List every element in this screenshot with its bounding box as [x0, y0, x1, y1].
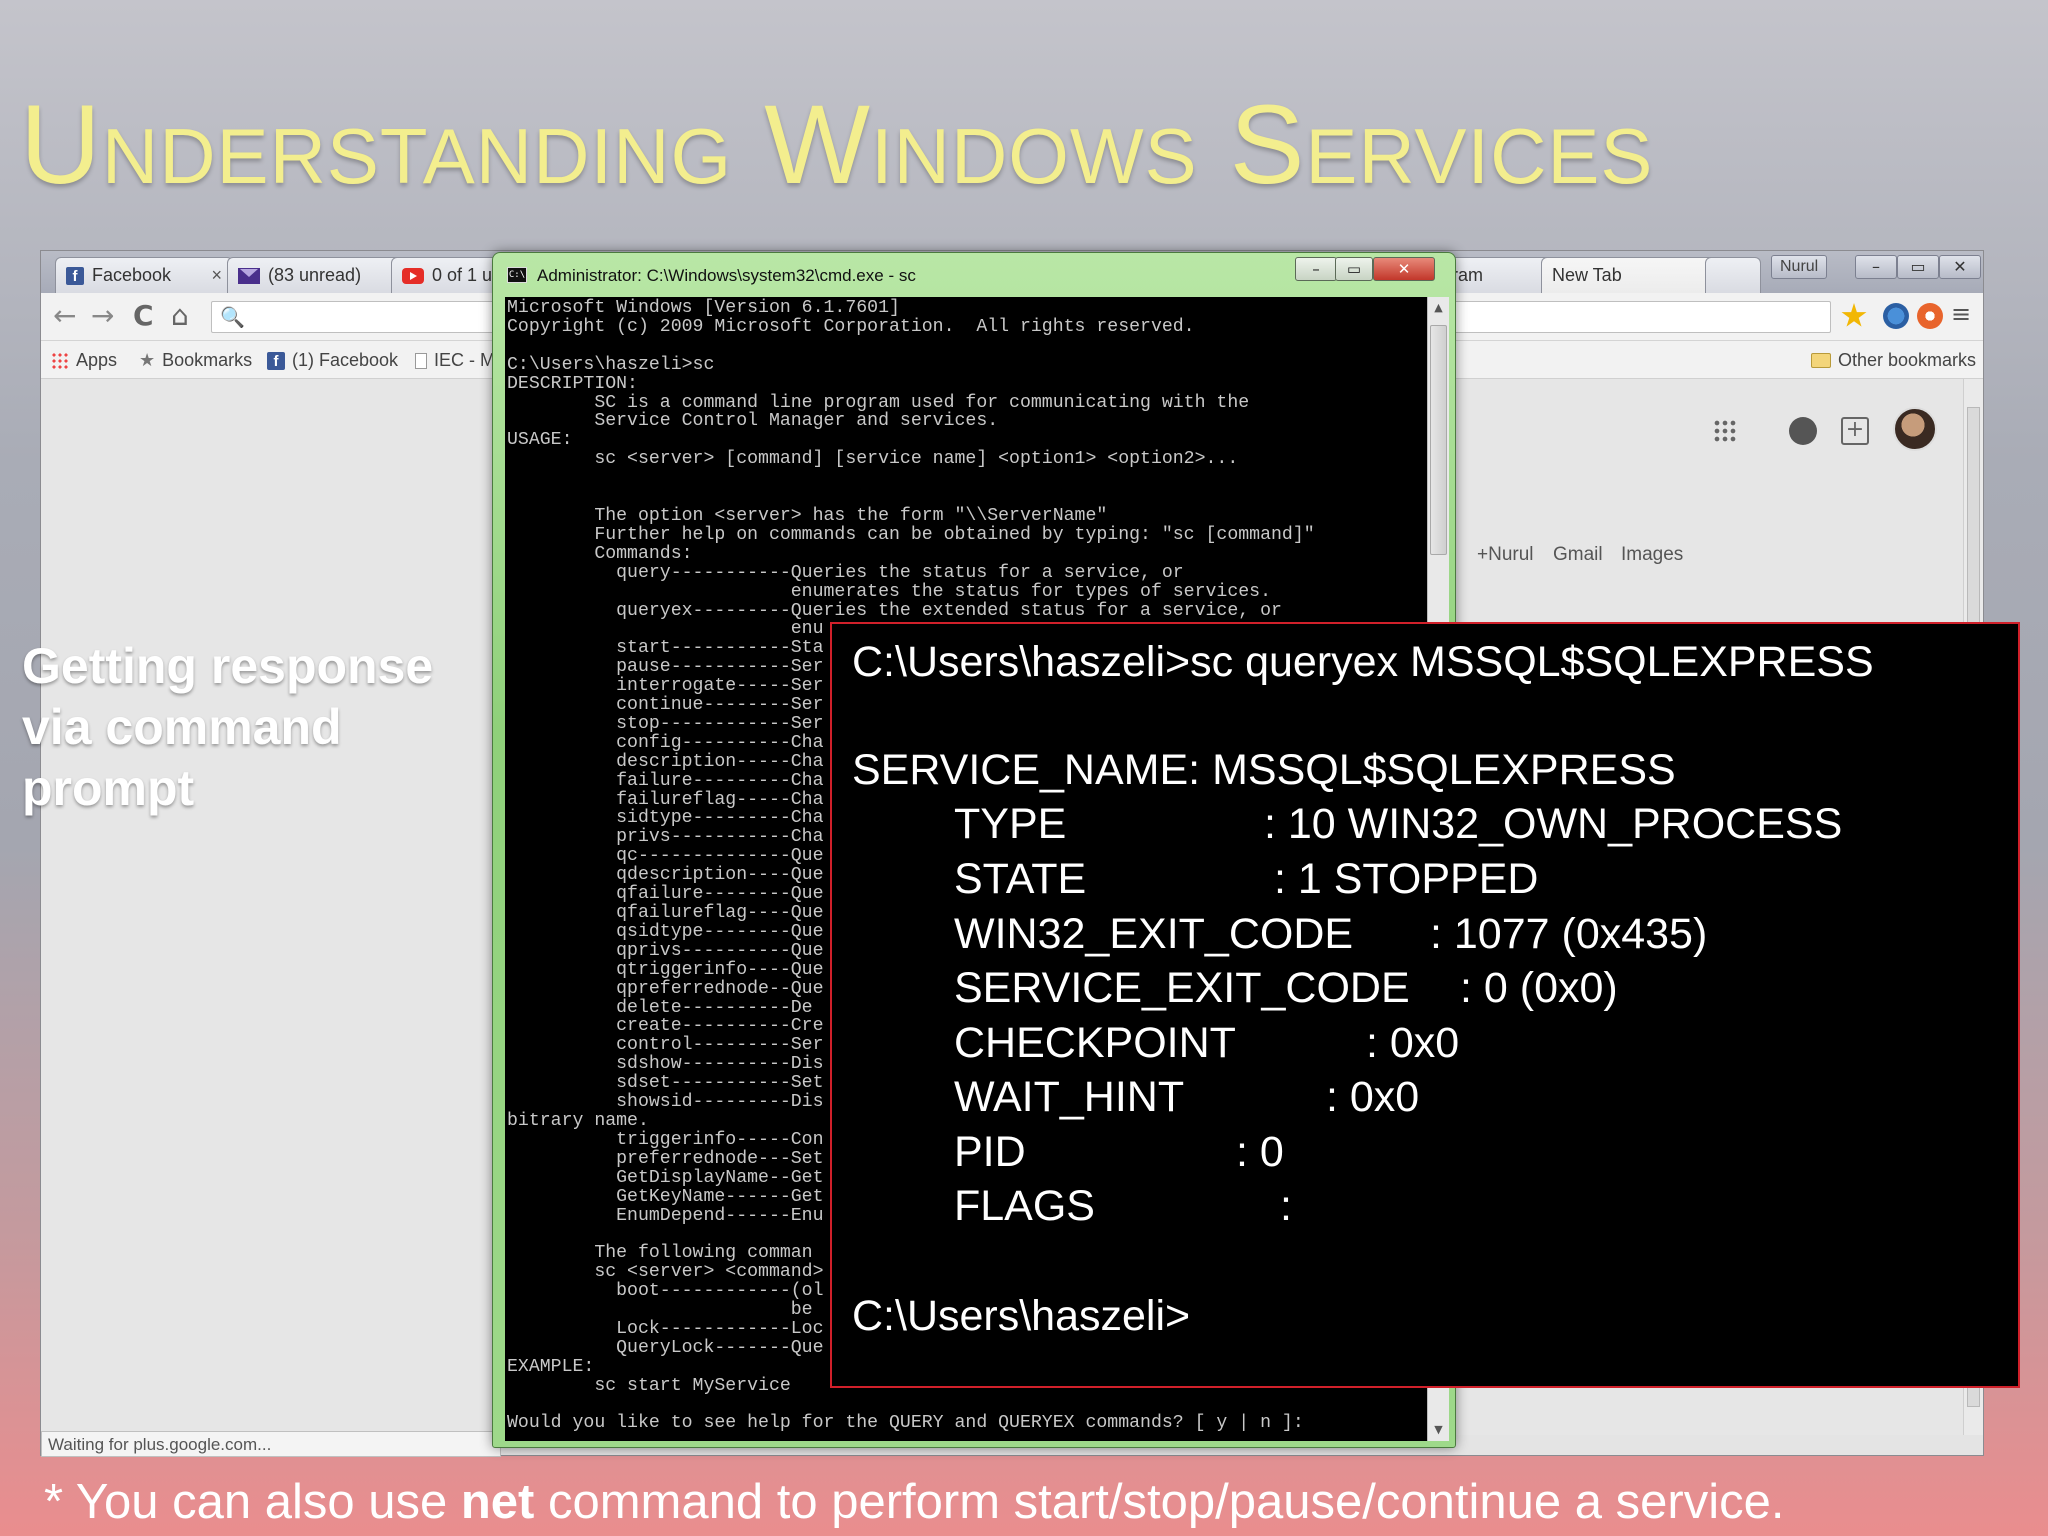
- cmd-title: Administrator: C:\Windows\system32\cmd.e…: [537, 266, 916, 285]
- avatar[interactable]: [1893, 407, 1937, 451]
- minimize-button[interactable]: –: [1855, 255, 1897, 279]
- notification-icon[interactable]: [1789, 417, 1817, 445]
- footnote: * You can also use net command to perfor…: [44, 1474, 2034, 1530]
- field-value: :: [1280, 1182, 1292, 1230]
- extension-icon[interactable]: [1883, 303, 1909, 329]
- cmd-icon: C:\: [507, 267, 527, 283]
- field-value: : 0x0: [1326, 1073, 1420, 1121]
- service-name-value: MSSQL$SQLEXPRESS: [1212, 746, 1676, 794]
- field-key: WIN32_EXIT_CODE: [954, 910, 1354, 958]
- field-key: PID: [954, 1128, 1026, 1176]
- other-bookmarks[interactable]: Other bookmarks: [1811, 350, 1976, 371]
- footnote-suffix: command to perform start/stop/pause/cont…: [534, 1475, 1785, 1529]
- side-caption: Getting response via command prompt: [22, 638, 434, 816]
- field-key: SERVICE_EXIT_CODE: [954, 964, 1410, 1012]
- back-icon[interactable]: ←: [53, 301, 76, 331]
- images-link[interactable]: Images: [1621, 544, 1683, 566]
- scrollbar-thumb[interactable]: [1430, 325, 1447, 555]
- scroll-up-icon[interactable]: ▲: [1428, 297, 1449, 319]
- mail-icon: [238, 267, 260, 284]
- new-tab-button[interactable]: [1705, 257, 1761, 293]
- field-key: STATE: [954, 855, 1087, 903]
- callout-command: C:\Users\haszeli>sc queryex MSSQL$SQLEXP…: [852, 638, 1874, 686]
- bookmark-label: IEC - M: [434, 350, 495, 370]
- status-bar: Waiting for plus.google.com...: [41, 1431, 501, 1457]
- page-icon: [415, 352, 427, 369]
- cmd-minimize-button[interactable]: –: [1295, 257, 1337, 281]
- youtube-icon: [402, 267, 424, 284]
- facebook-icon: f: [267, 351, 285, 370]
- tab-label: Facebook: [92, 265, 172, 285]
- facebook-icon: f: [66, 266, 84, 285]
- star-icon: ★: [139, 350, 156, 370]
- field-value: : 10 WIN32_OWN_PROCESS: [1264, 800, 1843, 848]
- service-name-label: SERVICE_NAME:: [852, 746, 1201, 794]
- home-icon[interactable]: ⌂: [171, 301, 189, 331]
- gmail-link[interactable]: Gmail: [1553, 544, 1603, 566]
- google-plus-link[interactable]: +Nurul: [1477, 544, 1534, 566]
- field-key: WAIT_HINT: [954, 1073, 1185, 1121]
- scroll-down-icon[interactable]: ▼: [1428, 1419, 1449, 1441]
- tab-label: (83 unread): [268, 265, 362, 285]
- field-value: : 1 STOPPED: [1274, 855, 1539, 903]
- field-value: : 1077 (0x435): [1430, 910, 1708, 958]
- bookmark-label: Bookmarks: [162, 350, 253, 370]
- tab-new-tab[interactable]: New Tab ×: [1541, 257, 1731, 293]
- share-icon[interactable]: +: [1841, 417, 1869, 445]
- star-icon[interactable]: [1841, 303, 1867, 327]
- bookmark-facebook[interactable]: f (1) Facebook: [267, 350, 398, 371]
- field-value: : 0 (0x0): [1460, 964, 1618, 1012]
- bookmark-label: (1) Facebook: [292, 350, 399, 370]
- folder-icon: [1811, 353, 1831, 368]
- service-name-line: SERVICE_NAME: MSSQL$SQLEXPRESS: [852, 746, 1676, 795]
- apps-grid-icon[interactable]: [1713, 419, 1737, 443]
- footnote-command: net: [460, 1475, 535, 1529]
- slide-title: Understanding Windows Services: [20, 82, 1654, 207]
- cmd-maximize-button[interactable]: ▭: [1335, 257, 1373, 281]
- cmd-titlebar[interactable]: C:\ Administrator: C:\Windows\system32\c…: [493, 253, 1455, 297]
- tab-label: New Tab: [1552, 265, 1622, 285]
- bookmark-iec[interactable]: IEC - M: [415, 350, 495, 371]
- close-icon[interactable]: ×: [211, 265, 222, 286]
- maximize-button[interactable]: ▭: [1897, 255, 1939, 279]
- callout-prompt: C:\Users\haszeli>: [852, 1292, 1191, 1340]
- bookmark-apps[interactable]: Apps: [51, 350, 117, 371]
- bookmark-label: Apps: [76, 350, 118, 370]
- search-icon: 🔍: [220, 305, 245, 329]
- menu-icon[interactable]: ≡: [1951, 299, 1971, 329]
- field-key: CHECKPOINT: [954, 1019, 1236, 1067]
- field-key: TYPE: [954, 800, 1067, 848]
- apps-icon: [51, 351, 69, 370]
- reload-icon[interactable]: C: [133, 301, 154, 331]
- bookmark-label: Other bookmarks: [1838, 350, 1977, 370]
- extension-icon[interactable]: [1917, 303, 1943, 329]
- tab-facebook[interactable]: f Facebook ×: [55, 257, 233, 293]
- bookmark-bookmarks[interactable]: ★ Bookmarks: [139, 350, 252, 371]
- field-value: : 0: [1236, 1128, 1284, 1176]
- field-value: : 0x0: [1366, 1019, 1460, 1067]
- forward-icon[interactable]: →: [91, 301, 114, 331]
- field-key: FLAGS: [954, 1182, 1095, 1230]
- footnote-prefix: * You can also use: [44, 1475, 461, 1529]
- profile-chip[interactable]: Nurul: [1771, 255, 1828, 279]
- queryex-callout: C:\Users\haszeli>sc queryex MSSQL$SQLEXP…: [830, 622, 2020, 1388]
- cmd-close-button[interactable]: ✕: [1373, 257, 1435, 281]
- close-window-button[interactable]: ✕: [1939, 255, 1981, 279]
